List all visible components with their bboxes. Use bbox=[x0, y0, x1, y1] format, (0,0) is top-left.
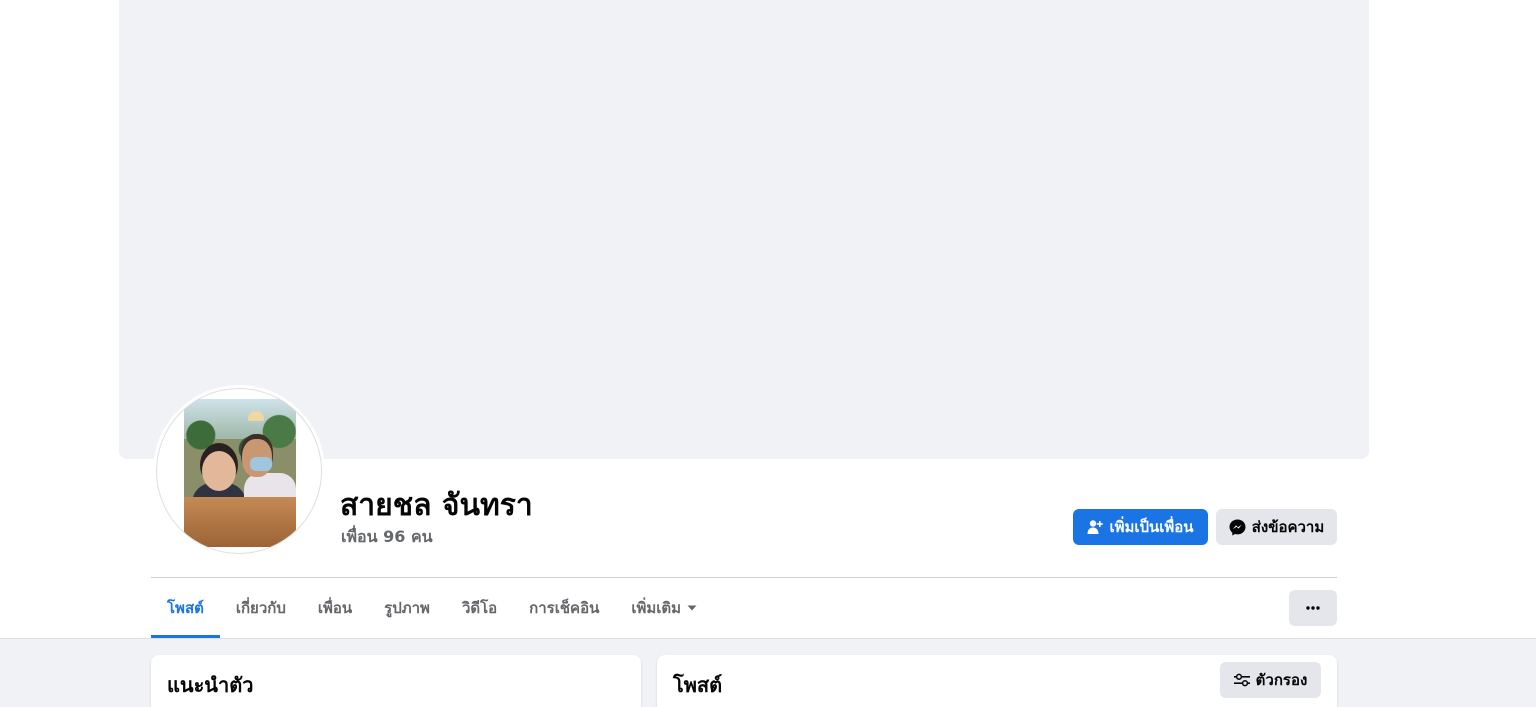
messenger-icon bbox=[1229, 519, 1246, 536]
tab-about[interactable]: เกี่ยวกับ bbox=[220, 578, 302, 638]
tab-photos[interactable]: รูปภาพ bbox=[368, 578, 446, 638]
cover-photo[interactable] bbox=[119, 0, 1369, 459]
posts-title: โพสต์ bbox=[673, 673, 723, 697]
tab-label: วิดีโอ bbox=[461, 599, 498, 617]
tab-label: โพสต์ bbox=[167, 599, 204, 617]
tab-label: เกี่ยวกับ bbox=[235, 599, 286, 617]
tab-label: รูปภาพ bbox=[384, 599, 430, 617]
posts-card: โพสต์ ตัวกรอง bbox=[657, 655, 1337, 707]
tab-label: เพื่อน bbox=[317, 599, 353, 617]
filter-label: ตัวกรอง bbox=[1255, 671, 1308, 689]
avatar[interactable] bbox=[156, 388, 322, 554]
friends-count[interactable]: เพื่อน 96 คน bbox=[341, 525, 433, 550]
tab-label: เพิ่มเติม bbox=[631, 599, 682, 617]
more-actions-button[interactable] bbox=[1289, 590, 1337, 626]
intro-title: แนะนำตัว bbox=[167, 673, 254, 697]
ellipsis-icon bbox=[1306, 606, 1320, 610]
sliders-icon bbox=[1233, 673, 1250, 687]
tab-more[interactable]: เพิ่มเติม bbox=[615, 578, 713, 638]
profile-page: สายชล จันทรา เพื่อน 96 คน เพิ่มเป็นเพื่อ… bbox=[0, 0, 1536, 707]
add-person-icon bbox=[1087, 519, 1104, 535]
tab-checkins[interactable]: การเช็คอิน bbox=[513, 578, 615, 638]
tab-friends[interactable]: เพื่อน bbox=[302, 578, 368, 638]
filter-button[interactable]: ตัวกรอง bbox=[1220, 662, 1321, 698]
message-button[interactable]: ส่งข้อความ bbox=[1216, 509, 1337, 545]
caret-down-icon bbox=[687, 605, 697, 611]
profile-name: สายชล จันทรา bbox=[340, 488, 533, 523]
intro-card: แนะนำตัว bbox=[151, 655, 641, 707]
message-label: ส่งข้อความ bbox=[1251, 518, 1325, 536]
tab-posts[interactable]: โพสต์ bbox=[151, 578, 220, 638]
profile-tabs: โพสต์ เกี่ยวกับ เพื่อน รูปภาพ วิดีโอ การ… bbox=[151, 578, 713, 638]
add-friend-button[interactable]: เพิ่มเป็นเพื่อน bbox=[1073, 509, 1208, 545]
profile-photo bbox=[184, 399, 296, 547]
tab-videos[interactable]: วิดีโอ bbox=[446, 578, 513, 638]
tab-label: การเช็คอิน bbox=[529, 599, 600, 617]
add-friend-label: เพิ่มเป็นเพื่อน bbox=[1109, 518, 1194, 536]
